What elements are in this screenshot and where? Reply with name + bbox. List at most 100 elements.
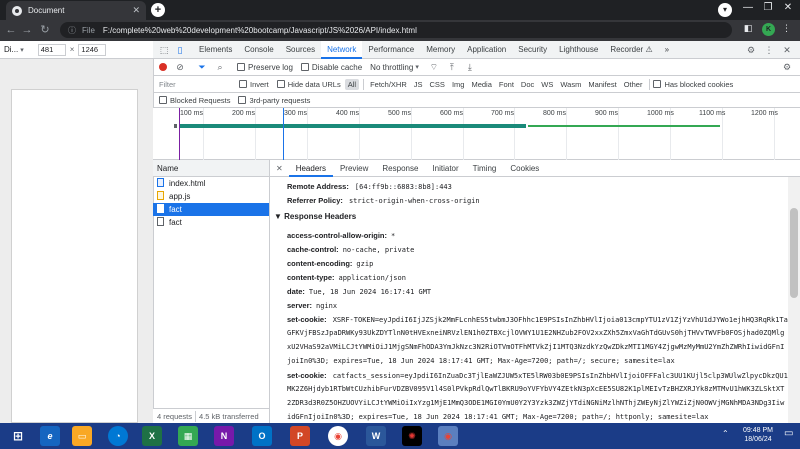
record-icon[interactable] — [159, 63, 167, 71]
browser-tab[interactable]: Document ✕ — [6, 1, 146, 20]
tab-lighthouse[interactable]: Lighthouse — [553, 41, 604, 59]
new-tab-button[interactable]: + — [151, 3, 165, 17]
edge-icon[interactable]: ◔ — [108, 426, 128, 446]
notification-icon[interactable]: ▭ — [784, 428, 793, 439]
chrome-icon[interactable]: ◉ — [328, 426, 348, 446]
detail-tab-cookies[interactable]: Cookies — [503, 160, 546, 177]
windows-start-icon[interactable]: ⊞ — [8, 426, 28, 446]
fetch-icon — [157, 204, 164, 213]
tab-recorder[interactable]: Recorder ⚠ — [604, 41, 658, 59]
file-explorer-icon[interactable]: ▭ — [72, 426, 92, 446]
tab-elements[interactable]: Elements — [193, 41, 238, 59]
internet-explorer-icon[interactable]: e — [40, 426, 60, 446]
filter-type-fetch-xhr[interactable]: Fetch/XHR — [367, 79, 410, 90]
detail-tab-response[interactable]: Response — [375, 160, 425, 177]
request-row[interactable]: fact — [153, 216, 269, 229]
tab-application[interactable]: Application — [461, 41, 512, 59]
filter-type-ws[interactable]: WS — [538, 79, 556, 90]
inspect-icon[interactable]: ⬚ — [159, 45, 169, 55]
has-blocked-cookies-checkbox[interactable] — [653, 80, 662, 88]
detail-tab-preview[interactable]: Preview — [333, 160, 375, 177]
filter-type-js[interactable]: JS — [411, 79, 426, 90]
third-party-checkbox[interactable] — [238, 96, 247, 104]
close-detail-icon[interactable]: ✕ — [276, 164, 283, 173]
request-row[interactable]: index.html — [153, 177, 269, 190]
timeline-gridline — [411, 108, 412, 160]
tab-sources[interactable]: Sources — [280, 41, 321, 59]
tab-close-icon[interactable]: ✕ — [132, 5, 140, 16]
preserve-log-checkbox[interactable] — [237, 63, 245, 71]
timeline-tick-label: 100 ms — [180, 110, 203, 117]
request-row[interactable]: fact — [153, 203, 269, 216]
tab-network[interactable]: Network — [321, 40, 363, 59]
invert-checkbox[interactable] — [239, 80, 247, 88]
upload-icon[interactable]: ⤒ — [447, 62, 457, 72]
detail-tab-timing[interactable]: Timing — [466, 160, 504, 177]
tab-console[interactable]: Console — [238, 41, 279, 59]
tab-security[interactable]: Security — [512, 41, 553, 59]
sheets-icon[interactable]: ▦ — [178, 426, 198, 446]
powerpoint-icon[interactable]: P — [290, 426, 310, 446]
device-toggle-icon[interactable]: ▯ — [175, 45, 185, 55]
app-icon[interactable]: ✺ — [402, 426, 422, 446]
tab-performance[interactable]: Performance — [362, 41, 420, 59]
kebab-menu-icon[interactable]: ⋮ — [782, 23, 791, 34]
network-settings-gear-icon[interactable]: ⚙ — [782, 62, 792, 72]
height-input[interactable]: 1246 — [78, 43, 107, 56]
reload-icon[interactable]: ↻ — [38, 22, 52, 38]
search-icon[interactable]: ⌕ — [215, 62, 225, 72]
detail-tab-initiator[interactable]: Initiator — [425, 160, 465, 177]
filter-input[interactable]: Filter — [159, 80, 229, 89]
page-viewport[interactable] — [11, 89, 138, 423]
onenote-icon[interactable]: N — [214, 426, 234, 446]
device-select[interactable]: Di... — [4, 45, 18, 54]
filter-type-doc[interactable]: Doc — [518, 79, 537, 90]
filter-type-other[interactable]: Other — [621, 79, 646, 90]
clear-icon[interactable]: ⊘ — [175, 62, 185, 72]
filter-icon[interactable]: ⏷ — [197, 62, 207, 72]
width-input[interactable]: 481 — [37, 43, 66, 56]
throttling-select[interactable]: No throttling — [370, 63, 413, 72]
gear-icon[interactable]: ⚙ — [746, 45, 756, 55]
filter-type-css[interactable]: CSS — [427, 79, 448, 90]
close-devtools-icon[interactable]: ✕ — [782, 45, 792, 55]
word-icon[interactable]: W — [366, 426, 386, 446]
scrollbar-thumb[interactable] — [790, 208, 798, 298]
side-panel-icon[interactable]: ◧ — [742, 23, 754, 35]
filter-type-font[interactable]: Font — [496, 79, 517, 90]
chrome-active-icon[interactable]: ◉ — [438, 426, 458, 446]
request-list-header[interactable]: Name — [153, 160, 270, 177]
blocked-requests-checkbox[interactable] — [159, 96, 167, 104]
response-headers-toggle[interactable]: ▼ Response Headers — [274, 212, 356, 221]
forward-arrow-icon[interactable]: → — [20, 22, 34, 38]
detail-tab-headers[interactable]: Headers — [288, 160, 333, 177]
excel-icon[interactable]: X — [142, 426, 162, 446]
header-value: application/json — [338, 274, 406, 282]
address-bar[interactable]: ⓘ File F:/complete%20web%20development%2… — [60, 22, 732, 38]
filter-type-manifest[interactable]: Manifest — [585, 79, 619, 90]
tab-memory[interactable]: Memory — [420, 41, 461, 59]
taskbar-clock[interactable]: 09:48 PM 18/06/24 — [738, 426, 778, 444]
tray-chevron-icon[interactable]: ⌃ — [722, 429, 729, 438]
back-arrow-icon[interactable]: ← — [4, 22, 18, 38]
maximize-button[interactable]: ❐ — [758, 2, 778, 13]
download-icon[interactable]: ⤓ — [465, 62, 475, 72]
blocked-requests-bar: Blocked Requests 3rd-party requests — [153, 93, 800, 108]
tab-search-icon[interactable]: ▾ — [718, 3, 732, 17]
profile-avatar[interactable]: K — [762, 23, 775, 36]
filter-type-all[interactable]: All — [344, 78, 360, 90]
more-options-icon[interactable]: ⋮ — [764, 45, 774, 55]
filter-type-img[interactable]: Img — [449, 79, 468, 90]
minimize-button[interactable]: — — [738, 2, 758, 13]
header-value: * — [391, 232, 396, 240]
filter-type-media[interactable]: Media — [468, 79, 494, 90]
hide-data-urls-checkbox[interactable] — [276, 80, 285, 88]
close-window-button[interactable]: ✕ — [778, 2, 798, 13]
header-name: content-type: — [287, 273, 335, 282]
wifi-icon[interactable]: ⌔ — [429, 62, 439, 72]
request-row[interactable]: app.js — [153, 190, 269, 203]
filter-type-wasm[interactable]: Wasm — [557, 79, 584, 90]
outlook-icon[interactable]: O — [252, 426, 272, 446]
more-tabs-button[interactable]: » — [659, 41, 675, 59]
disable-cache-checkbox[interactable] — [300, 63, 309, 71]
